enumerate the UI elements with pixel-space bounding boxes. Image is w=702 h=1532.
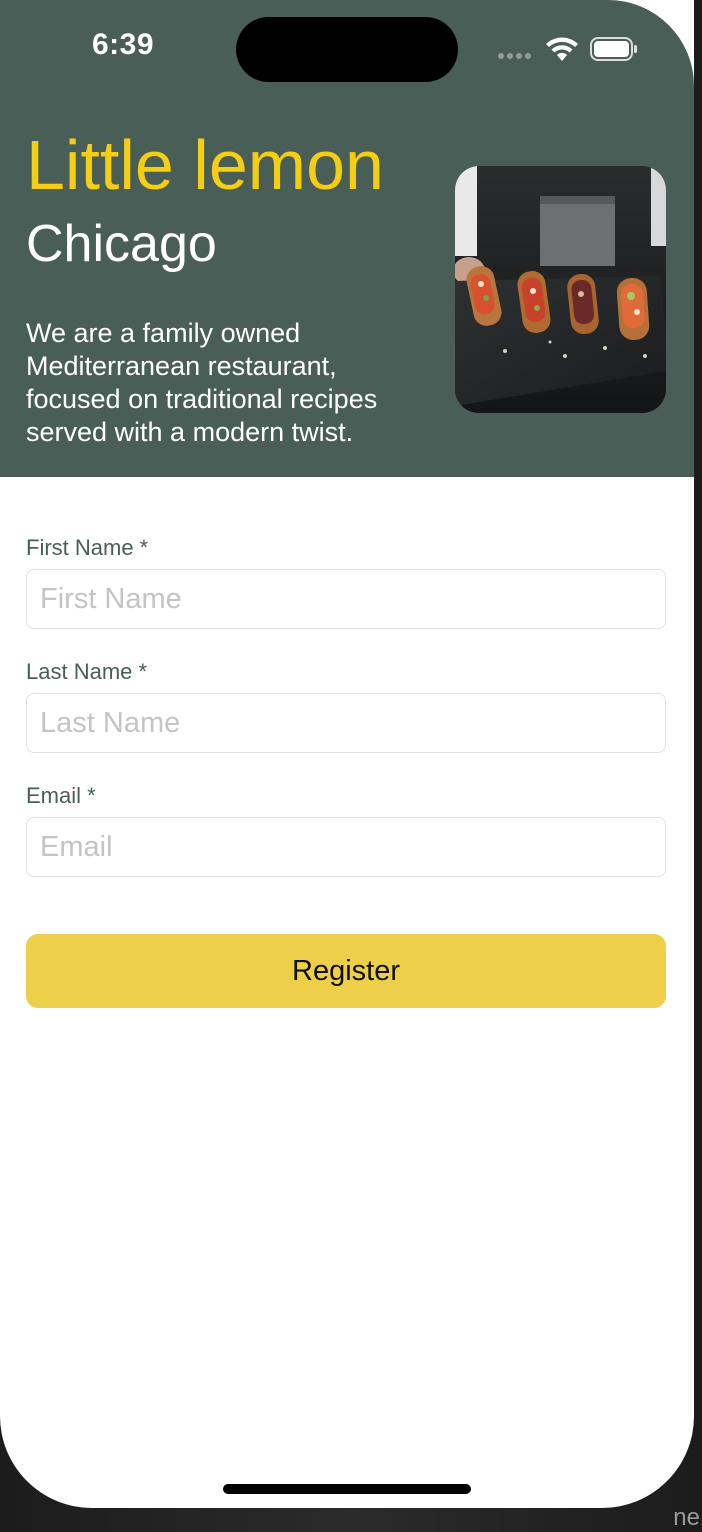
register-button[interactable]: Register [26,934,666,1008]
hero-subtitle: Chicago [26,215,217,273]
email-label: Email * [26,783,96,808]
wifi-icon [546,37,578,61]
dynamic-island [236,17,458,82]
food-platter-image [455,166,666,413]
hero-title: Little lemon [26,126,384,204]
edge-text: ne [673,1504,700,1531]
first-name-input[interactable] [26,569,666,629]
battery-icon [590,37,637,61]
last-name-label: Last Name * [26,659,148,684]
signal-dots-icon [498,53,531,59]
email-input[interactable] [26,817,666,877]
first-name-label: First Name * [26,535,149,560]
hero-description: We are a family owned Mediterranean rest… [26,318,378,447]
app-screen: 6:39 Little lemon Chicago We are a famil… [0,0,694,1508]
status-time: 6:39 [92,28,155,61]
last-name-input[interactable] [26,693,666,753]
home-indicator [223,1484,471,1494]
device-frame: 6:39 Little lemon Chicago We are a famil… [0,0,702,1532]
